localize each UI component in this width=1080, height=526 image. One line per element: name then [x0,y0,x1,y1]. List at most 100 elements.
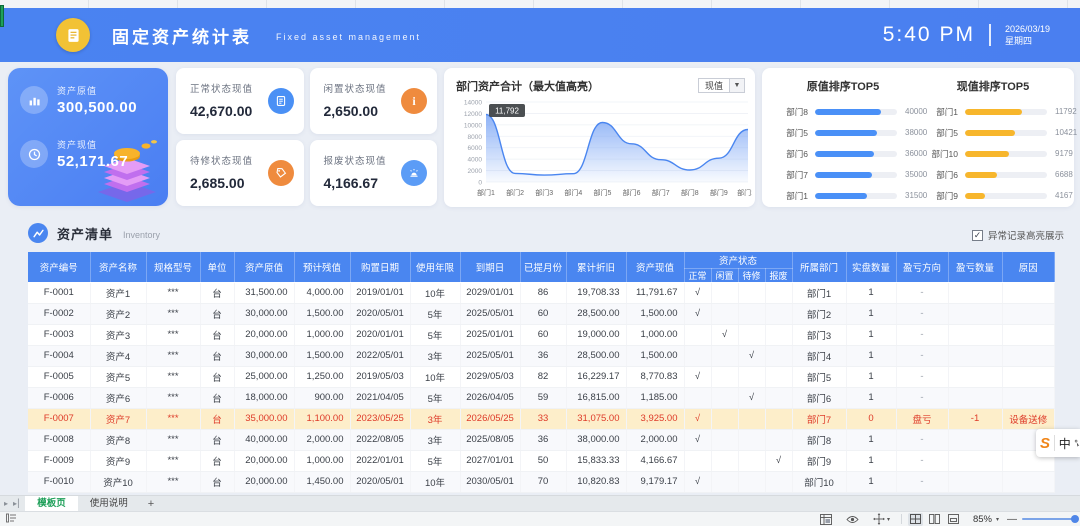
table-row[interactable]: F-0008 资产8 *** 台 40,000.00 2,000.00 2022/08/05… [28,429,1056,451]
table-cell[interactable]: 1,500.00 [626,303,685,325]
ime-language-toggle[interactable]: 中 [1059,435,1071,452]
status-check-cell[interactable] [711,387,739,409]
table-cell[interactable]: 盘亏 [896,408,949,430]
table-cell[interactable]: 20,000.00 [234,450,295,472]
table-cell[interactable]: 部门7 [792,408,847,430]
status-check-cell[interactable] [711,303,739,325]
table-cell[interactable]: 1,250.00 [294,366,351,388]
table-cell[interactable]: F-0007 [28,408,91,430]
table-cell[interactable]: 9,179.17 [626,471,685,493]
table-cell[interactable]: 1,000.00 [294,324,351,346]
table-cell[interactable]: 3,925.00 [626,408,685,430]
table-cell[interactable]: 82 [520,366,567,388]
table-row[interactable]: F-0002 资产2 *** 台 30,000.00 1,500.00 2020/05/01… [28,303,1056,325]
table-cell[interactable]: F-0001 [28,282,91,304]
table-cell[interactable]: 2026/04/05 [460,387,521,409]
table-cell[interactable]: 5年 [410,324,461,346]
table-cell[interactable]: *** [146,429,201,451]
table-cell[interactable]: 59 [520,387,567,409]
table-cell[interactable]: 资产5 [90,366,147,388]
status-check-cell[interactable]: √ [765,450,793,472]
table-cell[interactable]: 2027/01/01 [460,450,521,472]
table-cell[interactable]: 10,820.83 [566,471,627,493]
table-cell[interactable]: *** [146,450,201,472]
table-cell[interactable]: 1 [846,324,897,346]
table-cell[interactable] [948,429,1003,451]
zoom-slider-handle[interactable] [1071,515,1079,523]
table-cell[interactable]: -1 [948,408,1003,430]
table-cell[interactable] [948,471,1003,493]
table-cell[interactable]: 11,791.67 [626,282,685,304]
table-cell[interactable]: 1 [846,366,897,388]
table-cell[interactable]: 部门5 [792,366,847,388]
table-row[interactable]: F-0004 资产4 *** 台 30,000.00 1,500.00 2022/05/01… [28,345,1056,367]
status-check-cell[interactable] [684,387,712,409]
table-cell[interactable]: 部门8 [792,429,847,451]
status-check-cell[interactable] [711,366,739,388]
table-cell[interactable]: 1 [846,429,897,451]
status-check-cell[interactable] [738,324,766,346]
table-cell[interactable]: F-0008 [28,429,91,451]
table-cell[interactable]: 台 [200,450,235,472]
table-cell[interactable]: 10年 [410,366,461,388]
zoom-caret-icon[interactable]: ▾ [996,516,999,523]
view-layout-icon[interactable] [946,513,961,526]
table-cell[interactable]: 16,815.00 [566,387,627,409]
table-cell[interactable]: 1 [846,471,897,493]
table-cell[interactable]: 2020/01/01 [350,324,411,346]
table-cell[interactable]: 1,000.00 [294,450,351,472]
table-cell[interactable]: 台 [200,324,235,346]
table-cell[interactable] [1002,366,1056,388]
ime-toolbar[interactable]: S 中 [1036,429,1080,457]
status-check-cell[interactable] [738,408,766,430]
table-cell[interactable]: 资产9 [90,450,147,472]
table-cell[interactable]: 0 [846,408,897,430]
pivot-table-icon[interactable] [820,513,832,525]
table-cell[interactable]: 2020/05/01 [350,471,411,493]
table-cell[interactable]: 1 [846,345,897,367]
table-cell[interactable]: - [896,471,949,493]
status-check-cell[interactable] [711,450,739,472]
status-check-cell[interactable] [738,282,766,304]
table-cell[interactable]: 2,000.00 [626,429,685,451]
table-row[interactable]: F-0006 资产6 *** 台 18,000.00 900.00 2021/04/05 5年… [28,387,1056,409]
table-cell[interactable]: 台 [200,387,235,409]
view-normal-icon[interactable] [907,512,923,526]
table-cell[interactable]: 28,500.00 [566,303,627,325]
table-cell[interactable]: 1,500.00 [294,345,351,367]
table-cell[interactable] [1002,471,1056,493]
status-check-cell[interactable] [684,450,712,472]
table-cell[interactable]: 部门2 [792,303,847,325]
table-cell[interactable]: 1,000.00 [626,324,685,346]
status-check-cell[interactable] [684,345,712,367]
table-cell[interactable] [948,345,1003,367]
table-cell[interactable]: 资产4 [90,345,147,367]
table-cell[interactable] [1002,387,1056,409]
table-cell[interactable]: *** [146,324,201,346]
table-cell[interactable]: 3年 [410,408,461,430]
status-check-cell[interactable] [711,471,739,493]
sheet-nav-last-icon[interactable]: ▸▏ [13,499,25,508]
table-cell[interactable]: 资产6 [90,387,147,409]
table-cell[interactable]: *** [146,471,201,493]
table-cell[interactable]: 台 [200,366,235,388]
table-row[interactable]: F-0010 资产10 *** 台 20,000.00 1,450.00 2020/05/0… [28,471,1056,493]
table-cell[interactable]: 台 [200,429,235,451]
table-cell[interactable]: 8,770.83 [626,366,685,388]
status-check-cell[interactable] [684,324,712,346]
status-check-cell[interactable] [765,366,793,388]
table-cell[interactable]: *** [146,282,201,304]
sheet-tab-template[interactable]: 模板页 [25,495,78,512]
table-cell[interactable]: F-0004 [28,345,91,367]
table-cell[interactable]: 16,229.17 [566,366,627,388]
table-cell[interactable]: 1 [846,450,897,472]
status-check-cell[interactable]: √ [684,366,712,388]
status-check-cell[interactable] [765,324,793,346]
table-cell[interactable]: 31,075.00 [566,408,627,430]
table-cell[interactable]: 1,500.00 [626,345,685,367]
table-cell[interactable]: 5年 [410,303,461,325]
table-cell[interactable]: 15,833.33 [566,450,627,472]
table-cell[interactable]: 60 [520,303,567,325]
table-cell[interactable]: 部门9 [792,450,847,472]
status-check-cell[interactable]: √ [711,324,739,346]
